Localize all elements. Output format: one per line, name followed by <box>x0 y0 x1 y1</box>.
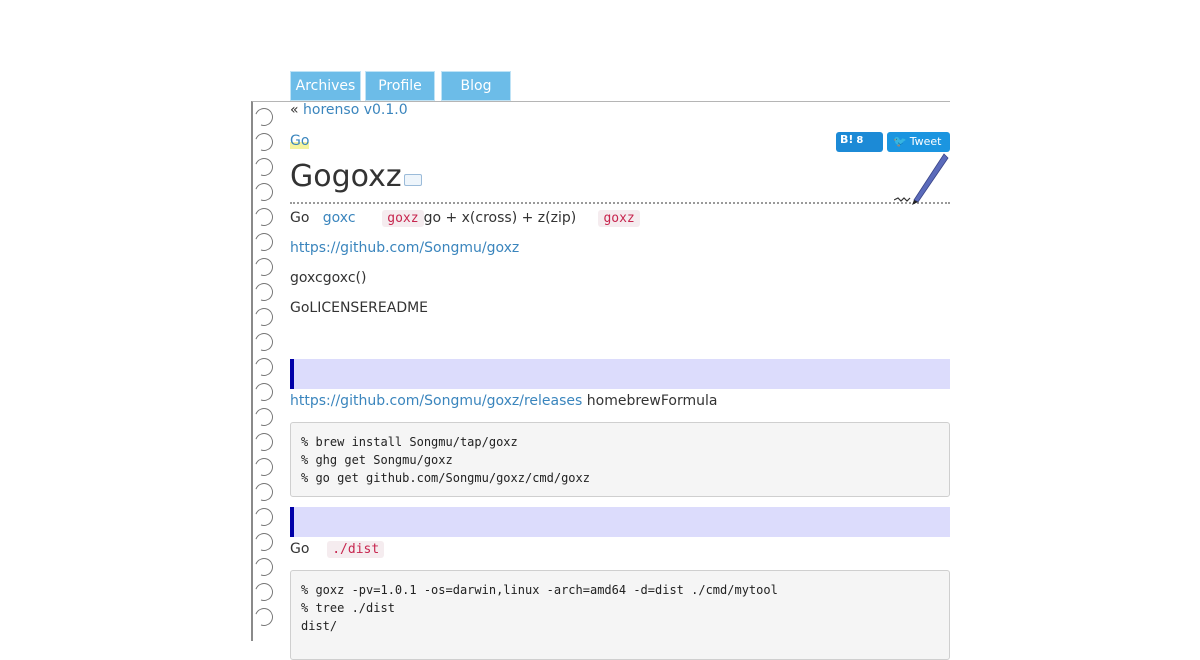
intro-text: Go <box>290 210 310 226</box>
inline-code: goxz <box>598 210 640 227</box>
section-heading-bar <box>290 507 950 537</box>
intro-text: go + x(cross) + z(zip) <box>423 210 577 226</box>
paragraph-text: GoLICENSEREADME <box>290 300 429 316</box>
code-line: % tree ./dist <box>301 601 395 615</box>
hatena-bookmark-button[interactable]: B! 8 <box>836 132 883 152</box>
tab-profile[interactable]: Profile <box>365 71 435 101</box>
tweet-label: Tweet <box>909 135 942 148</box>
tab-archives[interactable]: Archives <box>290 71 361 101</box>
hatena-bookmark-count: 8 <box>856 135 864 146</box>
releases-link[interactable]: https://github.com/Songmu/goxz/releases <box>290 393 582 409</box>
code-line: % ghg get Songmu/goxz <box>301 453 453 467</box>
releases-text: homebrewFormula <box>586 393 718 409</box>
tweet-button[interactable]: 🐦 Tweet <box>887 132 950 152</box>
goxc-link[interactable]: goxc <box>323 210 356 226</box>
code-line: % brew install Songmu/tap/goxz <box>301 435 518 449</box>
code-line: % goxz -pv=1.0.1 -os=darwin,linux -arch=… <box>301 583 778 597</box>
top-nav: Archives Profile Blog <box>290 71 515 101</box>
code-block-usage: % goxz -pv=1.0.1 -os=darwin,linux -arch=… <box>290 570 950 660</box>
dist-line: Go ./dist <box>290 541 385 558</box>
tab-blog[interactable]: Blog <box>441 71 511 101</box>
prev-entry-link[interactable]: horenso v0.1.0 <box>303 102 408 118</box>
releases-line: https://github.com/Songmu/goxz/releases … <box>290 393 717 409</box>
code-line: dist/ <box>301 619 338 633</box>
repo-link[interactable]: https://github.com/Songmu/goxz <box>290 240 519 256</box>
prev-marker: « <box>290 102 299 118</box>
intro-line: Go goxc goxz go + x(cross) + z(zip) goxz <box>290 210 640 227</box>
hatena-bookmark-label: B! <box>840 133 854 146</box>
inline-code: ./dist <box>327 541 385 558</box>
twitter-bird-icon: 🐦 <box>893 135 907 148</box>
prev-entry-nav: « horenso v0.1.0 <box>290 102 408 118</box>
section-heading-bar <box>290 359 950 389</box>
dist-text: Go <box>290 541 310 557</box>
entry-title[interactable]: Gogoxz <box>290 159 402 194</box>
edit-icon[interactable] <box>404 174 422 186</box>
code-line: % go get github.com/Songmu/goxz/cmd/goxz <box>301 471 590 485</box>
code-block-install: % brew install Songmu/tap/goxz % ghg get… <box>290 422 950 497</box>
entry-header: Gogoxz <box>290 157 950 204</box>
paragraph-text: goxcgoxc() <box>290 270 367 286</box>
inline-code: goxz <box>382 210 424 227</box>
pen-icon <box>894 153 949 205</box>
category-link[interactable]: Go <box>290 133 310 149</box>
